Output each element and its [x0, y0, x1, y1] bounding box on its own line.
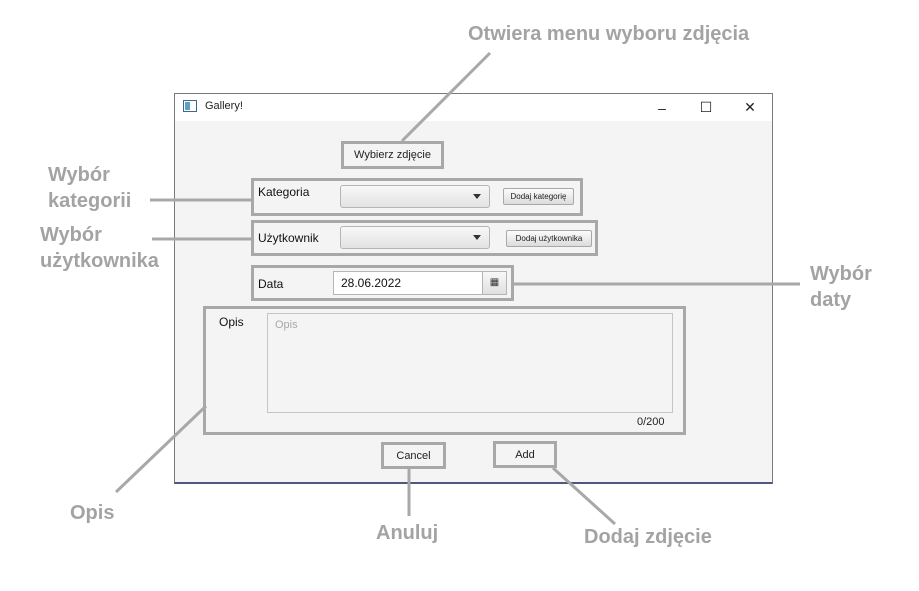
close-button[interactable]: ✕ — [728, 94, 772, 121]
annotation-date-line1: Wybór — [810, 263, 872, 285]
add-button[interactable]: Add — [497, 445, 553, 464]
window-title: Gallery! — [205, 100, 243, 112]
date-input[interactable]: 28.06.2022 — [333, 271, 483, 295]
choose-photo-button[interactable]: Wybierz zdjęcie — [345, 145, 440, 165]
app-icon — [183, 100, 197, 112]
description-placeholder: Opis — [275, 319, 298, 331]
title-bar: Gallery! – ☐ ✕ — [175, 94, 772, 121]
user-combobox[interactable] — [340, 226, 490, 249]
annotation-category-line2: kategorii — [48, 190, 132, 212]
description-label: Opis — [219, 315, 244, 329]
annotation-choose-photo: Otwiera menu wyboru zdjęcia — [468, 23, 750, 45]
cancel-button[interactable]: Cancel — [385, 446, 442, 465]
description-textarea[interactable]: Opis — [267, 313, 673, 413]
annotation-user-line1: Wybór — [40, 224, 102, 246]
category-combobox[interactable] — [340, 185, 490, 208]
user-label: Użytkownik — [258, 231, 319, 245]
annotation-description: Opis — [70, 502, 115, 524]
add-user-button[interactable]: Dodaj użytkownika — [506, 230, 592, 247]
annotation-cancel: Anuluj — [376, 522, 439, 544]
date-picker-button[interactable]: ▦ — [482, 271, 507, 295]
category-label: Kategoria — [258, 185, 310, 199]
annotation-date-line2: daty — [810, 289, 852, 311]
annotation-add-photo: Dodaj zdjęcie — [584, 526, 712, 548]
annotation-date: Wybór daty — [810, 261, 872, 313]
character-counter: 0/200 — [637, 416, 665, 428]
annotation-category-line1: Wybór — [48, 164, 110, 186]
chevron-down-icon — [473, 235, 481, 240]
maximize-button[interactable]: ☐ — [684, 94, 728, 121]
calendar-icon: ▦ — [489, 277, 500, 288]
annotation-user-line2: użytkownika — [40, 250, 159, 272]
chevron-down-icon — [473, 194, 481, 199]
minimize-button[interactable]: – — [640, 94, 684, 121]
date-label: Data — [258, 277, 284, 291]
annotation-user: Wybór użytkownika — [40, 222, 159, 274]
add-category-button[interactable]: Dodaj kategorię — [503, 188, 574, 205]
annotation-category: Wybór kategorii — [48, 162, 131, 214]
